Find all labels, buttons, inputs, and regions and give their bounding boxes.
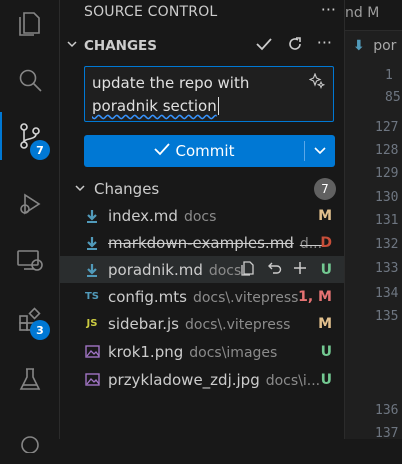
- stage-changes-icon[interactable]: [292, 260, 308, 280]
- status-badge: D: [320, 234, 332, 251]
- more-actions-icon[interactable]: ···: [317, 35, 332, 56]
- changes-section-header[interactable]: CHANGES: [66, 38, 157, 54]
- file-dir: d...: [299, 235, 323, 252]
- extensions-badge: 3: [30, 320, 50, 340]
- tab-label: nd M: [345, 5, 380, 21]
- file-dir: docs\.vitepress: [192, 289, 299, 306]
- line-number: 134: [375, 286, 399, 301]
- line-number: 127: [375, 120, 399, 135]
- commit-check-icon[interactable]: [255, 36, 273, 56]
- commit-label: Commit: [175, 142, 235, 160]
- changes-group-header[interactable]: Changes 7: [74, 178, 336, 200]
- status-badge: 1, M: [298, 288, 332, 305]
- breadcrumb[interactable]: ⬇ por: [353, 38, 396, 54]
- image-icon: [84, 372, 100, 388]
- file-dir: docs\images: [189, 344, 278, 361]
- testing-icon[interactable]: [0, 356, 60, 404]
- file-dir: docs\i...: [265, 372, 321, 389]
- more-actions-icon[interactable]: ···: [321, 0, 336, 19]
- line-number: 133: [375, 261, 399, 276]
- row-actions: [240, 260, 308, 280]
- markdown-icon: [84, 235, 100, 251]
- list-item[interactable]: przykladowe_zdj.jpg docs\i... U: [60, 366, 344, 393]
- line-number: 130: [375, 190, 399, 205]
- section-title: CHANGES: [84, 38, 157, 54]
- commit-button[interactable]: Commit: [84, 135, 304, 167]
- chevron-down-icon: [314, 147, 326, 155]
- source-control-badge: 7: [30, 140, 50, 160]
- run-debug-icon[interactable]: [0, 180, 60, 228]
- line-number: 137: [375, 426, 399, 439]
- changes-count-badge: 7: [314, 178, 336, 200]
- status-badge: U: [320, 371, 332, 388]
- line-number: 132: [375, 237, 399, 252]
- sparkle-icon[interactable]: [308, 72, 326, 97]
- source-control-sidebar: SOURCE CONTROL ··· CHANGES ··· update th…: [60, 0, 344, 439]
- activity-bar: 7 3: [0, 0, 60, 453]
- line-number: 128: [375, 143, 399, 158]
- typescript-icon: TS: [84, 291, 100, 302]
- breadcrumb-label: por: [373, 38, 397, 54]
- editor-tab[interactable]: nd M: [345, 0, 402, 31]
- status-badge: U: [320, 343, 332, 360]
- explorer-icon[interactable]: [0, 0, 60, 48]
- chevron-down-icon: [66, 38, 80, 54]
- extensions-icon[interactable]: 3: [0, 296, 60, 344]
- file-name: index.md: [108, 206, 178, 225]
- remote-explorer-icon[interactable]: [0, 236, 60, 284]
- list-item[interactable]: index.md docs M: [60, 202, 344, 229]
- file-name: przykladowe_zdj.jpg: [108, 370, 260, 389]
- status-badge: M: [318, 207, 332, 224]
- markdown-icon: [84, 262, 100, 278]
- line-number: 129: [375, 166, 399, 181]
- file-dir: docs\.vitepress: [185, 316, 291, 333]
- file-name: sidebar.js: [108, 314, 179, 333]
- file-dir: docs: [208, 262, 242, 279]
- chevron-down-icon: [74, 180, 86, 198]
- list-item[interactable]: markdown-examples.md d... D: [60, 229, 344, 256]
- sidebar-title: SOURCE CONTROL: [84, 4, 218, 20]
- file-name: markdown-examples.md: [108, 233, 294, 252]
- file-name: krok1.png: [108, 342, 184, 361]
- open-file-icon[interactable]: [240, 260, 256, 280]
- section-actions: ···: [255, 35, 332, 56]
- image-icon: [84, 344, 100, 360]
- file-name: config.mts: [108, 287, 187, 306]
- refresh-icon[interactable]: [287, 36, 303, 56]
- line-number: 131: [375, 213, 399, 228]
- group-label: Changes: [94, 180, 160, 198]
- check-icon: [153, 142, 170, 160]
- file-name: poradnik.md: [108, 260, 203, 279]
- javascript-icon: JS: [86, 318, 98, 329]
- list-item[interactable]: TS config.mts docs\.vitepress 1, M: [60, 283, 344, 310]
- commit-dropdown-button[interactable]: [305, 135, 335, 167]
- commit-message-line: poradnik section: [92, 97, 217, 115]
- markdown-icon: ⬇: [353, 38, 365, 54]
- editor-area: nd M ⬇ por 1 85 127 128 129 130 131 132 …: [344, 0, 402, 439]
- line-number: 85: [385, 90, 401, 105]
- status-badge: U: [320, 261, 332, 278]
- file-dir: docs: [183, 208, 217, 225]
- source-control-icon[interactable]: 7: [0, 112, 60, 160]
- list-item[interactable]: krok1.png docs\images U: [60, 338, 344, 365]
- status-badge: M: [318, 315, 332, 332]
- line-number: 135: [375, 309, 399, 324]
- discard-changes-icon[interactable]: [266, 260, 282, 280]
- commit-message-input[interactable]: update the repo with poradnik section: [84, 66, 334, 122]
- line-number: 1: [385, 68, 393, 83]
- list-item[interactable]: JS sidebar.js docs\.vitepress M: [60, 310, 344, 337]
- search-icon[interactable]: [0, 56, 60, 104]
- commit-button-group: Commit: [84, 135, 335, 167]
- commit-message-line: update the repo with: [92, 74, 250, 92]
- list-item[interactable]: poradnik.md docs U: [60, 256, 344, 283]
- line-number: 136: [375, 403, 399, 418]
- accounts-icon[interactable]: [0, 416, 60, 464]
- markdown-icon: [84, 208, 100, 224]
